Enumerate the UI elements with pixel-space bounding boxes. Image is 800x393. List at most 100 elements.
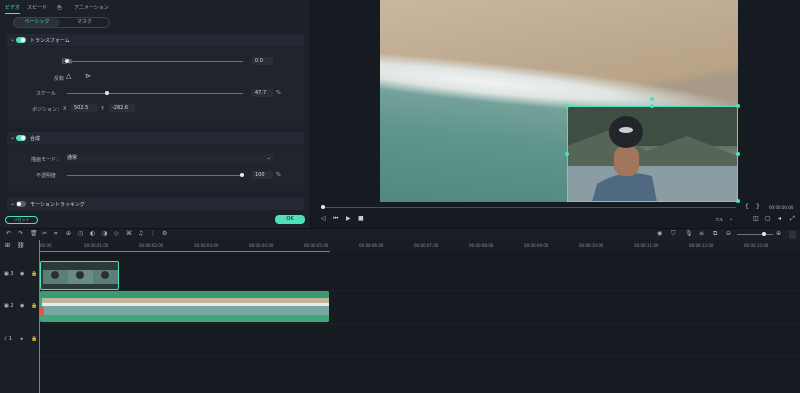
opacity-input[interactable]: 100 bbox=[252, 171, 273, 179]
tab-video[interactable]: ビデオ bbox=[5, 4, 20, 11]
zoom-slider[interactable] bbox=[737, 234, 773, 235]
fullscreen-icon[interactable]: ⤢ bbox=[790, 215, 795, 223]
motion-tracking-toggle[interactable] bbox=[16, 201, 26, 207]
adjust-icon[interactable]: ◐ bbox=[90, 230, 95, 237]
opacity-slider-knob[interactable] bbox=[240, 173, 244, 177]
blend-mode-label: 描画モード： bbox=[31, 157, 62, 163]
add-track-icon[interactable]: ⊞ bbox=[5, 242, 10, 249]
cut-icon[interactable]: ✂ bbox=[42, 230, 47, 237]
transform-section-header[interactable]: ⌄ トランスフォーム bbox=[7, 34, 304, 46]
zoom-in-icon[interactable]: ⊕ bbox=[776, 230, 781, 237]
panel-toggle-icon[interactable] bbox=[789, 231, 796, 239]
eye-icon[interactable]: ◉ bbox=[20, 271, 24, 277]
rotate-handle[interactable] bbox=[650, 97, 654, 101]
tab-animation[interactable]: アニメーション bbox=[74, 4, 109, 11]
stabilize-icon[interactable]: ⌘ bbox=[126, 230, 132, 237]
zoom-slider-knob[interactable] bbox=[762, 232, 766, 236]
scale-input[interactable]: 47.7 bbox=[252, 89, 273, 97]
subtab-mask[interactable]: マスク bbox=[60, 18, 109, 27]
list-icon[interactable]: ≡ bbox=[699, 230, 704, 237]
render-icon[interactable]: ◉ bbox=[657, 230, 662, 237]
resize-handle[interactable] bbox=[736, 152, 740, 156]
preview-scrubber[interactable] bbox=[321, 207, 736, 208]
rotation-slider[interactable] bbox=[67, 61, 243, 62]
composite-toggle[interactable] bbox=[16, 135, 26, 141]
redo-icon[interactable]: ↷ bbox=[18, 230, 23, 237]
scale-slider-knob[interactable] bbox=[105, 91, 109, 95]
composite-section-header[interactable]: ⌄ 合成 bbox=[7, 132, 304, 144]
lock-icon[interactable]: 🔒 bbox=[31, 271, 37, 277]
chevron-down-icon[interactable]: ⌄ bbox=[729, 216, 733, 222]
position-y-input[interactable]: -282.6 bbox=[109, 104, 135, 112]
rotation-slider-knob[interactable] bbox=[65, 59, 69, 63]
audio-icon[interactable]: ♫ bbox=[138, 230, 143, 237]
lock-icon[interactable]: 🔒 bbox=[31, 303, 37, 309]
flip-vertical-icon[interactable]: △ bbox=[66, 72, 71, 80]
quality-select[interactable]: フル bbox=[715, 217, 723, 223]
camera-icon[interactable]: ◫ bbox=[753, 215, 759, 222]
shield-icon[interactable]: ⛉ bbox=[671, 230, 676, 238]
snapshot-icon[interactable]: ▢ bbox=[765, 215, 771, 222]
transform-toggle[interactable] bbox=[16, 37, 26, 43]
resize-handle[interactable] bbox=[565, 152, 569, 156]
blend-mode-select[interactable]: 通常 ⌄ bbox=[64, 154, 274, 162]
mark-out-icon[interactable]: } bbox=[756, 203, 760, 210]
timeline-ruler[interactable]: 00:00 00:00:01:00 00:00:02:00 00:00:03:0… bbox=[40, 240, 800, 252]
blend-mode-value: 通常 bbox=[67, 155, 78, 161]
resize-handle[interactable] bbox=[736, 199, 740, 203]
step-back-icon[interactable]: ⏮ bbox=[333, 215, 338, 223]
ruler-tick: 00:00:08:00 bbox=[469, 243, 494, 248]
speaker-icon[interactable]: ◂ bbox=[20, 336, 23, 342]
resize-handle[interactable] bbox=[736, 104, 740, 108]
opacity-slider[interactable] bbox=[67, 175, 243, 176]
split-icon[interactable]: ⋮ bbox=[150, 230, 156, 237]
link-icon[interactable]: ⛓ bbox=[17, 242, 25, 249]
track-row bbox=[40, 324, 800, 357]
undo-icon[interactable]: ↶ bbox=[6, 230, 11, 237]
chevron-down-icon[interactable]: ⌄ bbox=[10, 134, 15, 141]
playhead[interactable] bbox=[39, 240, 40, 393]
overlay-selection-box[interactable] bbox=[567, 106, 738, 202]
resize-handle[interactable] bbox=[650, 104, 654, 108]
keyframe-icon[interactable]: ◇ bbox=[114, 230, 119, 237]
position-x-input[interactable]: 502.5 bbox=[71, 104, 97, 112]
mark-in-icon[interactable]: { bbox=[745, 203, 749, 210]
composite-title: 合成 bbox=[30, 136, 41, 142]
rotation-input[interactable]: 0.0 bbox=[252, 57, 273, 65]
scale-label: スケール bbox=[36, 91, 57, 97]
active-tab-indicator bbox=[5, 13, 20, 14]
eye-icon[interactable]: ◉ bbox=[20, 303, 24, 309]
subtab-switch: ベーシック マスク bbox=[13, 17, 110, 28]
ruler-tick: 00:00:12:00 bbox=[689, 243, 714, 248]
lock-icon[interactable]: 🔒 bbox=[31, 336, 37, 342]
volume-icon[interactable]: ◂ bbox=[778, 215, 781, 222]
subtab-basic[interactable]: ベーシック bbox=[14, 18, 60, 27]
flip-horizontal-icon[interactable]: ⊳ bbox=[85, 72, 91, 80]
snap-icon[interactable]: ⧉ bbox=[713, 230, 717, 238]
mic-icon[interactable]: 🎙 bbox=[685, 230, 693, 237]
audio-track-1-label: ♪ 1 bbox=[4, 336, 12, 342]
timeline-clip-overlay[interactable] bbox=[40, 261, 119, 290]
timeline-clip-beach[interactable] bbox=[40, 291, 329, 322]
prev-frame-icon[interactable]: ◁ bbox=[321, 215, 326, 222]
position-y-label: Y bbox=[101, 106, 105, 112]
crop-icon[interactable]: ⌗ bbox=[54, 230, 57, 238]
chevron-down-icon[interactable]: ⌄ bbox=[10, 200, 15, 207]
play-icon[interactable]: ▶ bbox=[346, 215, 351, 222]
motion-tracking-section-header[interactable]: ⌄ モーショントラッキング bbox=[7, 198, 304, 210]
zoom-out-icon[interactable]: ⊖ bbox=[726, 230, 731, 237]
reset-button[interactable]: リセット bbox=[5, 216, 38, 224]
scale-slider[interactable] bbox=[67, 93, 243, 94]
tab-speed[interactable]: スピード bbox=[27, 4, 47, 11]
chevron-down-icon[interactable]: ⌄ bbox=[10, 36, 15, 43]
zoom-clip-icon[interactable]: ⊕ bbox=[66, 230, 71, 237]
motion-icon[interactable]: ⚙ bbox=[162, 230, 167, 237]
stop-icon[interactable]: ■ bbox=[358, 215, 364, 222]
delete-icon[interactable]: 🗑 bbox=[30, 230, 38, 237]
color-icon[interactable]: ◑ bbox=[102, 230, 107, 237]
preview-scrubber-knob[interactable] bbox=[321, 205, 325, 209]
speed-icon[interactable]: ◷ bbox=[78, 230, 83, 237]
resize-handle[interactable] bbox=[565, 104, 569, 108]
tab-color[interactable]: 色 bbox=[57, 4, 62, 11]
ok-button[interactable]: OK bbox=[275, 215, 305, 224]
